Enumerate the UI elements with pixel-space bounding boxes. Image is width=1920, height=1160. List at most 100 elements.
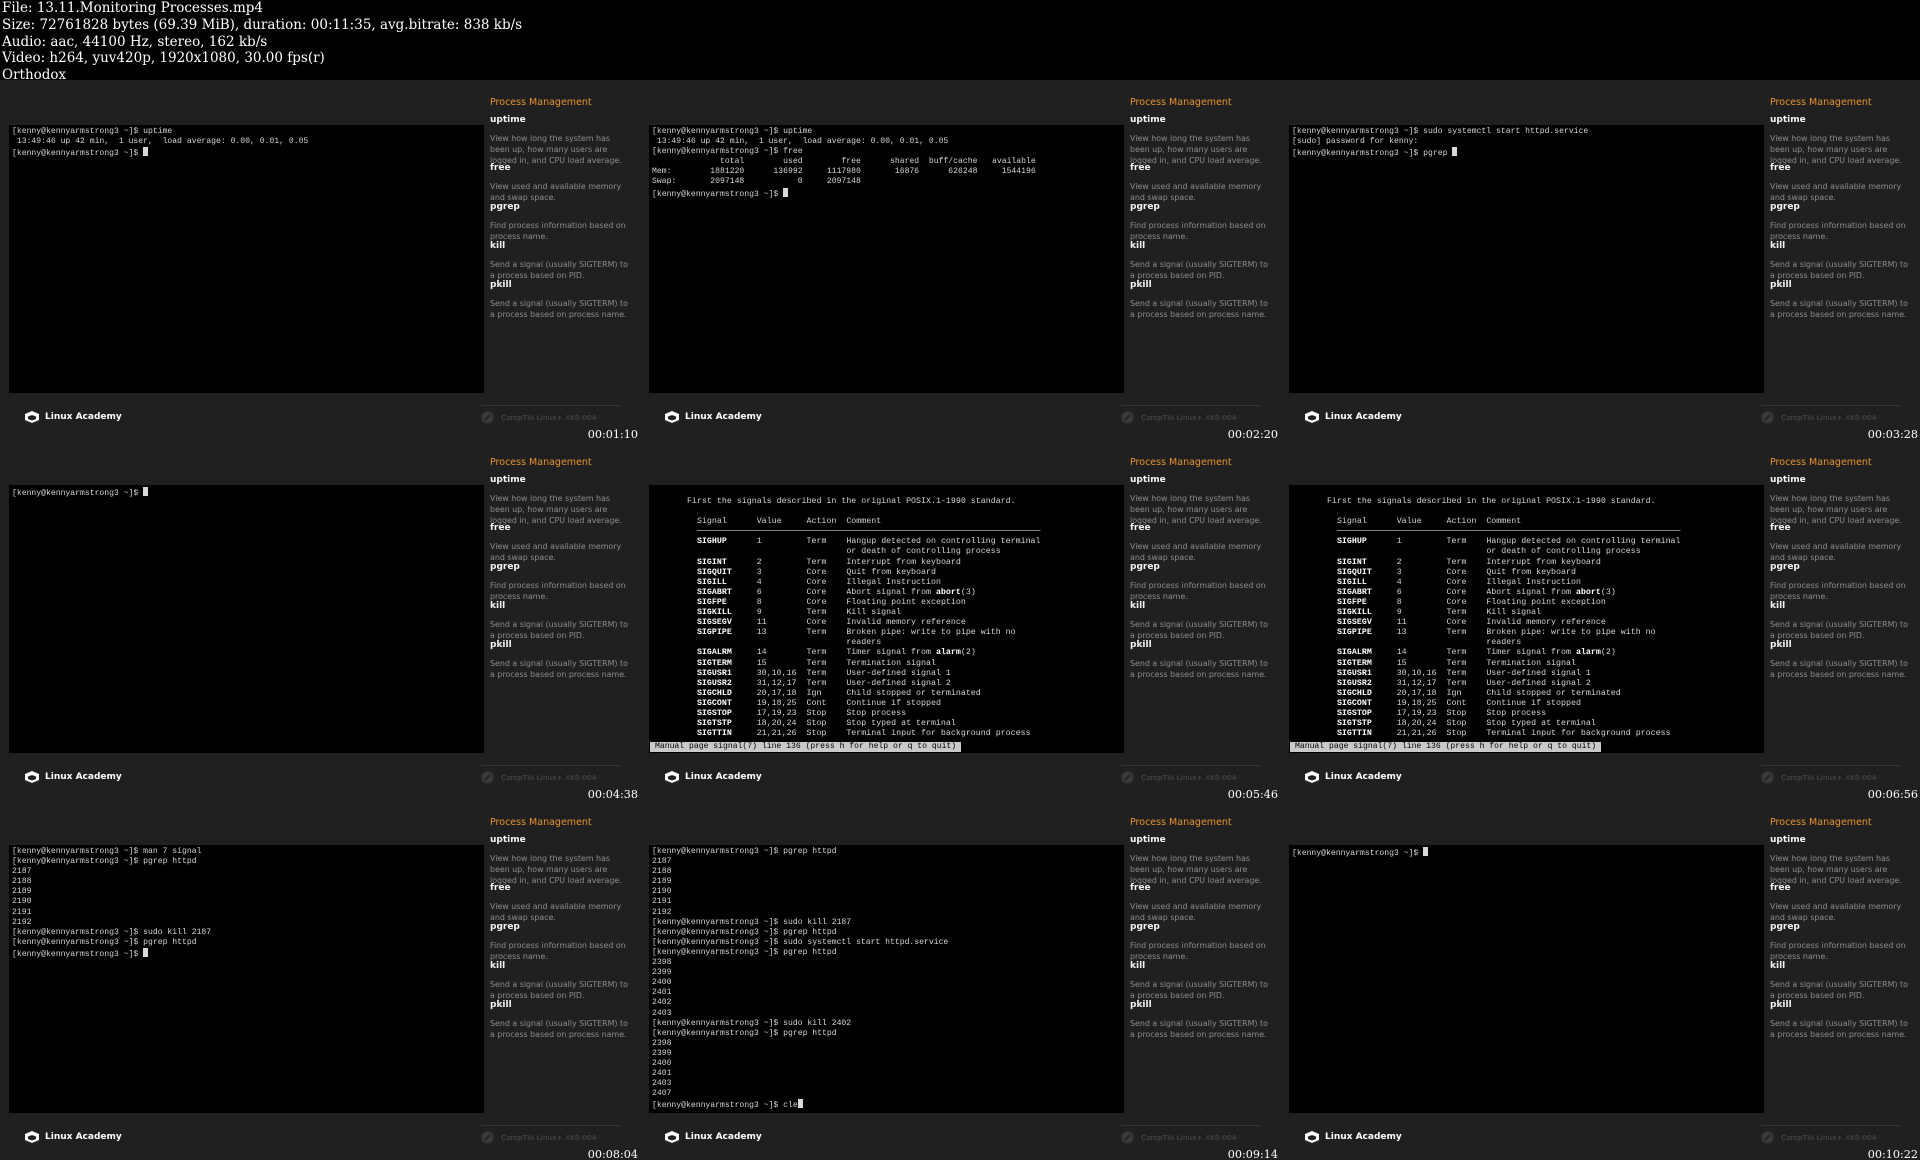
command-description: View used and available memory and swap … <box>1130 542 1262 562</box>
sidebar-item-pgrep: pgrep Find process information based on … <box>1770 202 1908 242</box>
sidebar-title: Process Management <box>1770 817 1872 828</box>
footer-divider <box>1761 405 1901 406</box>
video-thumbnail[interactable]: First the signals described in the origi… <box>640 440 1280 800</box>
command-description: View how long the system has been up, ho… <box>1130 134 1262 165</box>
man-page-view: First the signals described in the origi… <box>649 485 1124 753</box>
video-thumbnail[interactable]: [kenny@kennyarmstrong3 ~]$ man 7 signal … <box>0 800 640 1160</box>
comptia-badge-icon <box>1121 1131 1134 1144</box>
timestamp-label: 00:02:20 <box>1227 428 1278 440</box>
video-thumbnail[interactable]: First the signals described in the origi… <box>1280 440 1920 800</box>
command-description: Find process information based on proces… <box>1770 581 1906 601</box>
command-description: Find process information based on proces… <box>1770 221 1906 241</box>
command-name: free <box>1130 883 1151 893</box>
terminal-cursor <box>143 487 149 496</box>
signal-name: SIGABRT <box>1327 587 1372 597</box>
course-text: CompTIA Linux+ XK0-004 <box>1781 773 1877 782</box>
video-thumbnail[interactable]: [kenny@kennyarmstrong3 ~]$ sudo systemct… <box>1280 80 1920 440</box>
course-badge: CompTIA Linux+ XK0-004 <box>481 1131 597 1144</box>
command-name: pgrep <box>490 562 520 572</box>
footer-divider <box>481 765 621 766</box>
timestamp-label: 00:08:04 <box>587 1148 638 1160</box>
man-page-text: First the signals described in the origi… <box>687 497 1041 739</box>
linux-academy-cube-icon <box>665 1131 679 1143</box>
sidebar-item-free: free View used and available memory and … <box>1130 883 1268 923</box>
course-badge: CompTIA Linux+ XK0-004 <box>481 411 597 424</box>
video-thumbnail[interactable]: [kenny@kennyarmstrong3 ~]$ Process Manag… <box>0 440 640 800</box>
command-name: pkill <box>490 1000 512 1010</box>
command-description: View used and available memory and swap … <box>1770 542 1902 562</box>
signal-name: SIGILL <box>1327 577 1367 587</box>
signal-name: SIGUSR1 <box>687 668 732 678</box>
comptia-badge-icon <box>481 1131 494 1144</box>
signal-name: SIGTTIN <box>1327 729 1372 739</box>
command-description: Send a signal (usually SIGTERM) to a pro… <box>490 980 628 1000</box>
sidebar-item-free: free View used and available memory and … <box>490 523 628 563</box>
command-description: Send a signal (usually SIGTERM) to a pro… <box>490 260 628 280</box>
terminal-window: [kenny@kennyarmstrong3 ~]$ uptime 13:49:… <box>9 125 484 393</box>
command-description: Send a signal (usually SIGTERM) to a pro… <box>1130 980 1268 1000</box>
sidebar-item-uptime: uptime View how long the system has been… <box>490 835 628 886</box>
comptia-badge-icon <box>481 411 494 424</box>
command-name: pgrep <box>1130 202 1160 212</box>
sidebar-item-pkill: pkill Send a signal (usually SIGTERM) to… <box>1130 280 1268 320</box>
slide-sidebar: Process Management uptime View how long … <box>489 800 634 1120</box>
sidebar-item-kill: kill Send a signal (usually SIGTERM) to … <box>1130 961 1268 1001</box>
command-name: pkill <box>490 640 512 650</box>
command-name: free <box>1130 523 1151 533</box>
timestamp-label: 00:09:14 <box>1227 1148 1278 1160</box>
signal-name: SIGCHLD <box>1327 688 1372 698</box>
video-thumbnail[interactable]: [kenny@kennyarmstrong3 ~]$ uptime 13:49:… <box>0 80 640 440</box>
function-ref: alarm <box>935 648 961 658</box>
terminal-window: [kenny@kennyarmstrong3 ~]$ uptime 13:49:… <box>649 125 1124 393</box>
signal-name: SIGUSR2 <box>1327 678 1372 688</box>
signal-name: SIGTERM <box>1327 658 1372 668</box>
slide-sidebar: Process Management uptime View how long … <box>1129 440 1274 760</box>
sidebar-item-uptime: uptime View how long the system has been… <box>490 475 628 526</box>
sidebar-item-uptime: uptime View how long the system has been… <box>1130 115 1268 166</box>
terminal-window: [kenny@kennyarmstrong3 ~]$ man 7 signal … <box>9 845 484 1113</box>
sidebar-title: Process Management <box>490 457 592 468</box>
terminal-window: [kenny@kennyarmstrong3 ~]$ sudo systemct… <box>1289 125 1764 393</box>
footer-divider <box>1121 405 1261 406</box>
terminal-cursor <box>1452 147 1458 157</box>
logo-text: Linux Academy <box>45 772 122 782</box>
command-name: uptime <box>1770 835 1806 845</box>
function-ref: abort <box>1575 587 1601 597</box>
command-description: Send a signal (usually SIGTERM) to a pro… <box>1770 659 1908 679</box>
command-name: uptime <box>490 115 526 125</box>
command-name: uptime <box>490 475 526 485</box>
command-name: kill <box>1130 961 1146 971</box>
sidebar-title: Process Management <box>1130 97 1232 108</box>
linux-academy-logo: Linux Academy <box>1305 411 1402 423</box>
audio-line: Audio: aac, 44100 Hz, stereo, 162 kb/s <box>2 33 268 50</box>
signal-name: SIGABRT <box>687 587 732 597</box>
comptia-badge-icon <box>1121 771 1134 784</box>
video-thumbnail[interactable]: [kenny@kennyarmstrong3 ~]$ uptime 13:49:… <box>640 80 1280 440</box>
sidebar-item-free: free View used and available memory and … <box>490 883 628 923</box>
linux-academy-cube-icon <box>1305 771 1319 783</box>
video-thumbnail[interactable]: [kenny@kennyarmstrong3 ~]$ Process Manag… <box>1280 800 1920 1160</box>
command-description: View used and available memory and swap … <box>490 182 622 202</box>
sidebar-item-kill: kill Send a signal (usually SIGTERM) to … <box>1770 601 1908 641</box>
file-info-header: File: 13.11.Monitoring Processes.mp4 Siz… <box>0 0 1920 83</box>
comptia-badge-icon <box>481 771 494 784</box>
timestamp-label: 00:05:46 <box>1227 788 1278 800</box>
sidebar-item-uptime: uptime View how long the system has been… <box>1130 475 1268 526</box>
sidebar-title: Process Management <box>1130 817 1232 828</box>
sidebar-item-pkill: pkill Send a signal (usually SIGTERM) to… <box>490 280 628 320</box>
command-name: uptime <box>1770 475 1806 485</box>
command-name: kill <box>490 601 506 611</box>
timestamp-label: 00:06:56 <box>1867 788 1918 800</box>
signal-name: SIGSTOP <box>687 708 732 718</box>
command-name: free <box>1770 883 1791 893</box>
signal-name: SIGKILL <box>1327 608 1372 618</box>
linux-academy-logo: Linux Academy <box>25 771 122 783</box>
terminal-output: [kenny@kennyarmstrong3 ~]$ uptime 13:49:… <box>12 127 309 159</box>
sidebar-title: Process Management <box>490 97 592 108</box>
video-thumbnail[interactable]: [kenny@kennyarmstrong3 ~]$ pgrep httpd 2… <box>640 800 1280 1160</box>
sidebar-title: Process Management <box>1130 457 1232 468</box>
command-name: uptime <box>1130 115 1166 125</box>
man-page-text: First the signals described in the origi… <box>1327 497 1681 739</box>
command-name: pkill <box>1130 1000 1152 1010</box>
command-name: pkill <box>1770 1000 1792 1010</box>
